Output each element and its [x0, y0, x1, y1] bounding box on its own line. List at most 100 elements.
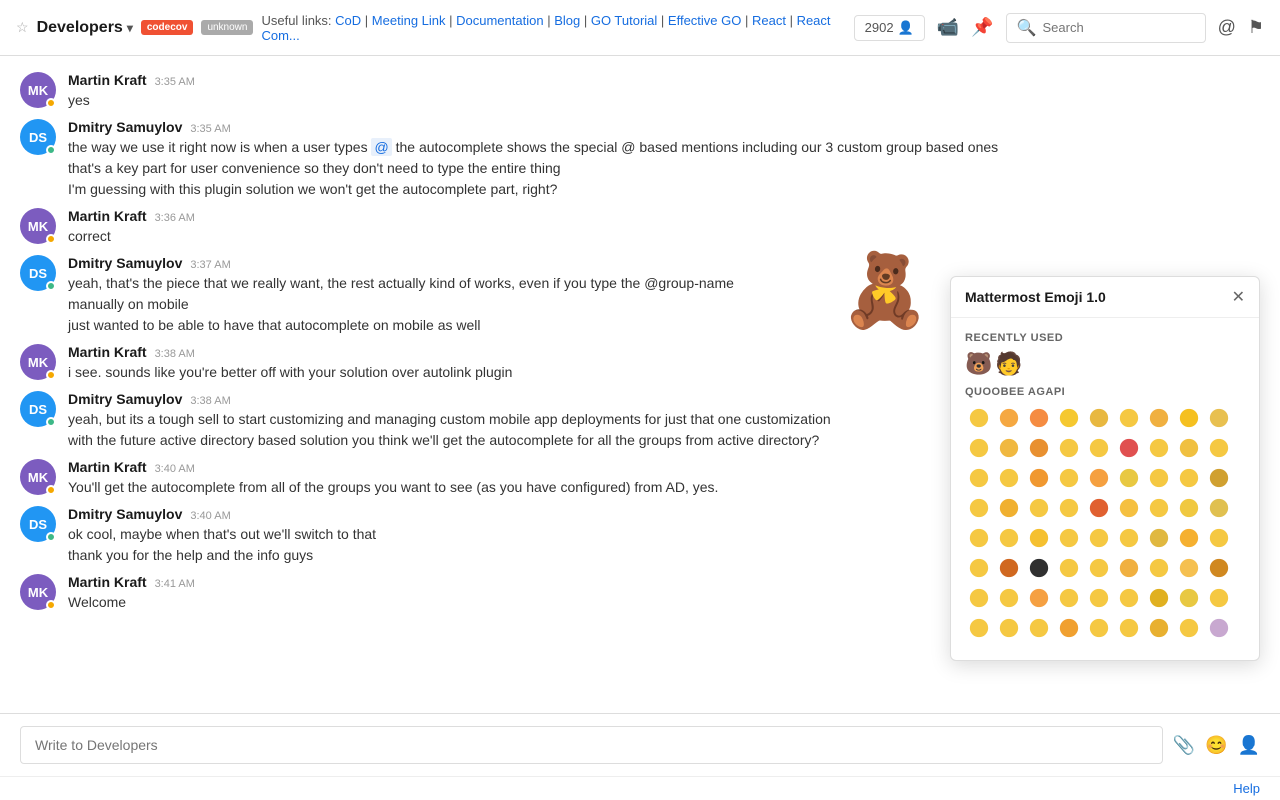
emoji-item[interactable] — [995, 524, 1023, 552]
link-meeting[interactable]: Meeting Link — [372, 13, 446, 28]
emoji-item[interactable] — [1175, 584, 1203, 612]
emoji-item[interactable] — [1115, 524, 1143, 552]
emoji-item[interactable]: 🧑 — [995, 350, 1023, 378]
emoji-item[interactable] — [1115, 434, 1143, 462]
timestamp: 3:38 AM — [190, 395, 230, 407]
emoji-item[interactable]: 🐻 — [965, 350, 993, 378]
emoji-item[interactable] — [1085, 584, 1113, 612]
emoji-item[interactable] — [1175, 434, 1203, 462]
emoji-item[interactable] — [1025, 524, 1053, 552]
emoji-item[interactable] — [995, 614, 1023, 642]
emoji-item[interactable] — [1055, 404, 1083, 432]
emoji-item[interactable] — [995, 404, 1023, 432]
emoji-item[interactable] — [1025, 464, 1053, 492]
link-effective-go[interactable]: Effective GO — [668, 13, 741, 28]
emoji-close-button[interactable]: ✕ — [1232, 287, 1245, 307]
emoji-item[interactable] — [965, 614, 993, 642]
emoji-item[interactable] — [1055, 494, 1083, 522]
emoji-item[interactable] — [1115, 584, 1143, 612]
emoji-item[interactable] — [1085, 524, 1113, 552]
emoji-item[interactable] — [995, 434, 1023, 462]
emoji-item[interactable] — [1085, 614, 1113, 642]
link-blog[interactable]: Blog — [554, 13, 580, 28]
emoji-item[interactable] — [1115, 554, 1143, 582]
emoji-item[interactable] — [965, 404, 993, 432]
member-count[interactable]: 2902 👤 — [854, 15, 925, 41]
emoji-item[interactable] — [1085, 494, 1113, 522]
emoji-item[interactable] — [995, 584, 1023, 612]
emoji-item[interactable] — [995, 554, 1023, 582]
table-row: MK Martin Kraft 3:36 AM correct — [20, 208, 1260, 247]
emoji-item[interactable] — [965, 464, 993, 492]
emoji-item[interactable] — [1085, 554, 1113, 582]
emoji-item[interactable] — [1025, 404, 1053, 432]
star-icon[interactable]: ☆ — [16, 19, 29, 36]
emoji-item[interactable] — [1205, 584, 1233, 612]
emoji-item[interactable] — [1115, 464, 1143, 492]
at-icon[interactable]: @ — [1218, 17, 1236, 38]
emoji-item[interactable] — [1115, 614, 1143, 642]
attachment-icon[interactable]: 📎 — [1173, 735, 1195, 756]
emoji-item[interactable] — [1085, 464, 1113, 492]
emoji-item[interactable] — [1055, 524, 1083, 552]
emoji-item[interactable] — [1025, 584, 1053, 612]
chevron-down-icon[interactable]: ▾ — [127, 21, 133, 35]
emoji-item[interactable] — [1115, 404, 1143, 432]
emoji-item[interactable] — [1175, 554, 1203, 582]
emoji-item[interactable] — [965, 554, 993, 582]
emoji-item[interactable] — [1175, 524, 1203, 552]
emoji-item[interactable] — [1055, 464, 1083, 492]
emoji-item[interactable] — [1145, 464, 1173, 492]
emoji-item[interactable] — [1055, 434, 1083, 462]
search-input[interactable] — [1043, 20, 1195, 35]
link-go-tutorial[interactable]: GO Tutorial — [591, 13, 657, 28]
flag-icon[interactable]: ⚑ — [1248, 17, 1264, 38]
emoji-item[interactable] — [1175, 494, 1203, 522]
emoji-item[interactable] — [1025, 434, 1053, 462]
emoji-item[interactable] — [1205, 524, 1233, 552]
emoji-item[interactable] — [1145, 614, 1173, 642]
emoji-item[interactable] — [1055, 554, 1083, 582]
search-box[interactable]: 🔍 — [1006, 13, 1206, 43]
emoji-item[interactable] — [995, 494, 1023, 522]
message-input[interactable] — [20, 726, 1163, 764]
emoji-item[interactable] — [1025, 554, 1053, 582]
timestamp: 3:35 AM — [155, 76, 195, 88]
emoji-icon[interactable]: 😊 — [1205, 735, 1227, 756]
emoji-item[interactable] — [965, 494, 993, 522]
emoji-item[interactable] — [965, 434, 993, 462]
emoji-grid-quoobee — [965, 404, 1245, 642]
emoji-item[interactable] — [1205, 464, 1233, 492]
video-icon[interactable]: 📹 — [937, 17, 959, 38]
emoji-item[interactable] — [1085, 434, 1113, 462]
emoji-item[interactable] — [1145, 524, 1173, 552]
emoji-item[interactable] — [1145, 554, 1173, 582]
emoji-item[interactable] — [1205, 404, 1233, 432]
mention-icon[interactable]: 👤 — [1238, 735, 1260, 756]
emoji-item[interactable] — [1175, 614, 1203, 642]
help-link[interactable]: Help — [1233, 781, 1260, 796]
link-react[interactable]: React — [752, 13, 786, 28]
emoji-item[interactable] — [1175, 464, 1203, 492]
emoji-item[interactable] — [1205, 494, 1233, 522]
emoji-item[interactable] — [1085, 404, 1113, 432]
emoji-item[interactable] — [1145, 494, 1173, 522]
link-documentation[interactable]: Documentation — [456, 13, 543, 28]
emoji-item[interactable] — [1025, 614, 1053, 642]
emoji-item[interactable] — [965, 584, 993, 612]
emoji-item[interactable] — [1175, 404, 1203, 432]
emoji-item[interactable] — [1055, 614, 1083, 642]
emoji-item[interactable] — [1055, 584, 1083, 612]
emoji-item[interactable] — [1025, 494, 1053, 522]
emoji-item[interactable] — [1205, 554, 1233, 582]
emoji-item[interactable] — [1145, 434, 1173, 462]
pin-icon[interactable]: 📌 — [971, 17, 993, 38]
emoji-item[interactable] — [1205, 434, 1233, 462]
emoji-item[interactable] — [1205, 614, 1233, 642]
emoji-item[interactable] — [1145, 584, 1173, 612]
emoji-item[interactable] — [1115, 494, 1143, 522]
emoji-item[interactable] — [1145, 404, 1173, 432]
emoji-item[interactable] — [995, 464, 1023, 492]
link-cod[interactable]: CoD — [335, 13, 361, 28]
emoji-item[interactable] — [965, 524, 993, 552]
